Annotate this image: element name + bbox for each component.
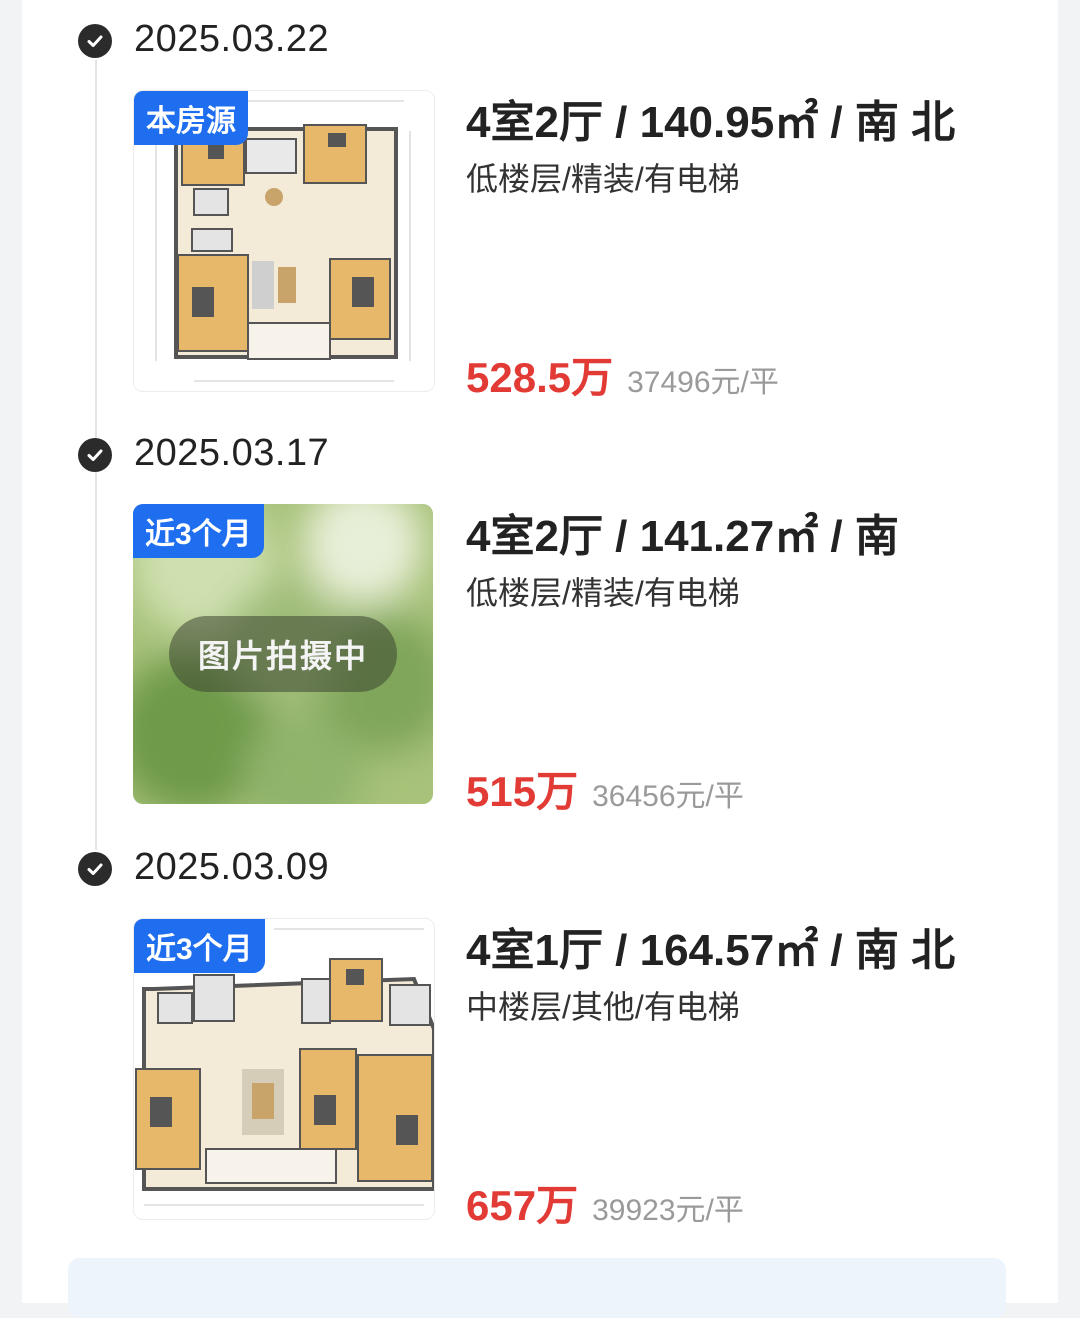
- floorplan-thumbnail[interactable]: 本房源: [133, 90, 435, 392]
- total-price: 528.5万: [466, 354, 614, 401]
- record-date: 2025.03.09: [134, 846, 330, 888]
- floorplan-thumbnail[interactable]: 近3个月: [133, 918, 435, 1220]
- bottom-info-panel[interactable]: [68, 1258, 1006, 1318]
- record-date: 2025.03.22: [134, 18, 330, 60]
- period-badge: 近3个月: [133, 504, 264, 558]
- unit-price: 37496元/平: [627, 366, 779, 399]
- listing-title: 4室2厅 / 141.27㎡ / 南: [466, 512, 899, 561]
- listing-title: 4室2厅 / 140.95㎡ / 南 北: [466, 98, 956, 147]
- listing-record[interactable]: 2025.03.09 近3个月 4室1厅 / 164.57㎡ / 南 北 中楼层…: [0, 828, 1080, 1242]
- unit-price: 36456元/平: [592, 780, 744, 813]
- record-date: 2025.03.17: [134, 432, 330, 474]
- check-circle-icon: [78, 438, 112, 472]
- unit-price: 39923元/平: [592, 1194, 744, 1227]
- total-price: 657万: [466, 1182, 579, 1229]
- listing-record[interactable]: 2025.03.17 近3个月 图片拍摄中 4室2厅 / 141.27㎡ / 南…: [0, 414, 1080, 828]
- listing-record[interactable]: 2025.03.22 本房源 4室2厅 / 140.95㎡ / 南 北 低楼层/…: [0, 0, 1080, 414]
- source-badge: 本房源: [134, 91, 248, 145]
- check-circle-icon: [78, 852, 112, 886]
- listing-title: 4室1厅 / 164.57㎡ / 南 北: [466, 926, 956, 975]
- photo-in-progress-label: 图片拍摄中: [169, 616, 397, 692]
- listing-attributes: 低楼层/精装/有电梯: [466, 161, 740, 197]
- price-row: 657万 39923元/平: [466, 1172, 744, 1233]
- listing-attributes: 中楼层/其他/有电梯: [466, 989, 740, 1025]
- period-badge: 近3个月: [134, 919, 265, 973]
- price-row: 515万 36456元/平: [466, 758, 744, 819]
- photo-placeholder-thumbnail[interactable]: 近3个月 图片拍摄中: [133, 504, 433, 804]
- check-circle-icon: [78, 24, 112, 58]
- price-row: 528.5万 37496元/平: [466, 344, 779, 405]
- listing-attributes: 低楼层/精装/有电梯: [466, 575, 740, 611]
- total-price: 515万: [466, 768, 579, 815]
